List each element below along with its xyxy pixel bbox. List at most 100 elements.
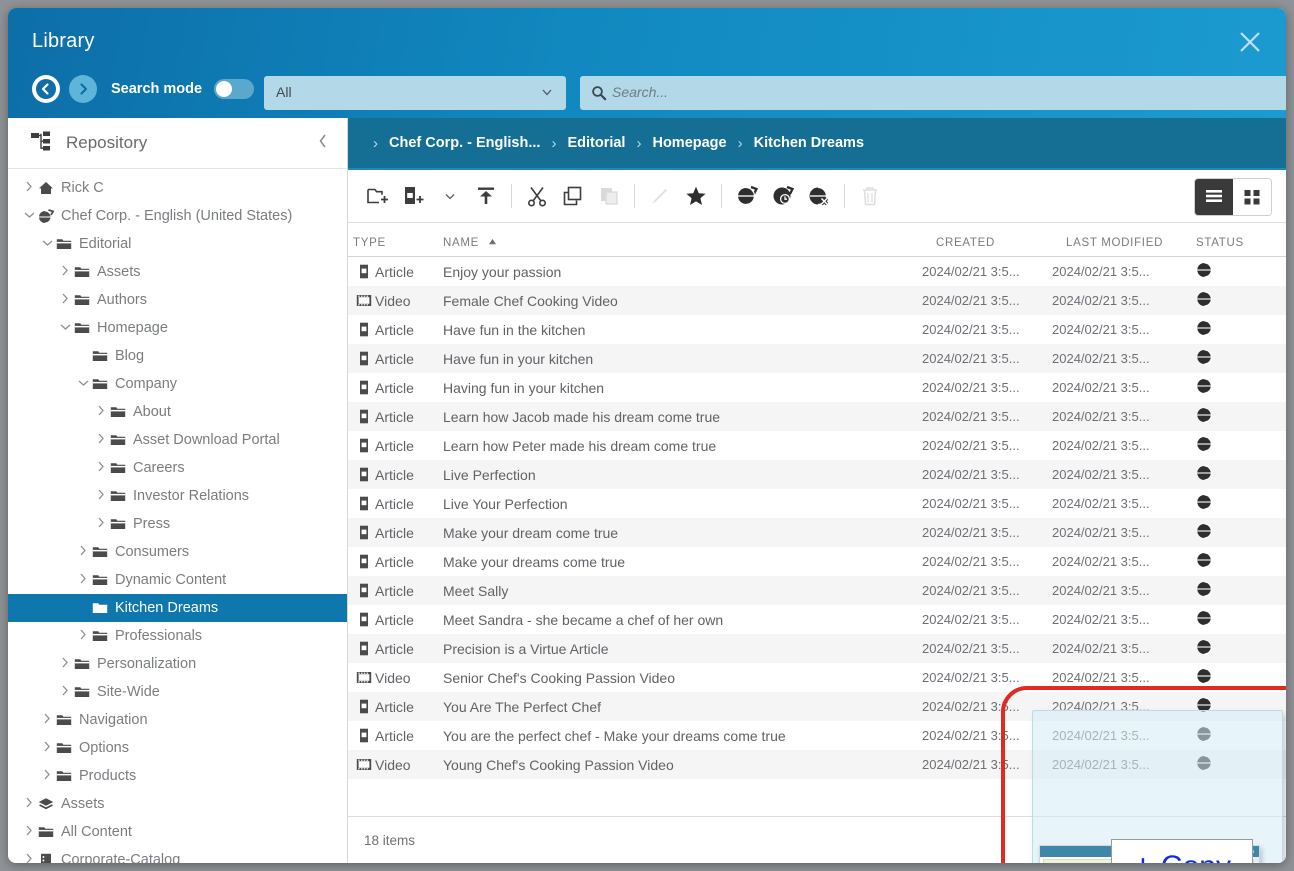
sidebar-item-rick-c[interactable]: Rick C (8, 174, 347, 202)
chevron-down-icon[interactable] (432, 178, 468, 214)
chevron-right-icon[interactable] (58, 265, 72, 279)
table-row[interactable]: ArticleHave fun in your kitchen2024/02/2… (348, 344, 1286, 373)
table-row[interactable]: ArticleLearn how Peter made his dream co… (348, 431, 1286, 460)
sidebar-item-authors[interactable]: Authors (8, 286, 347, 314)
publish-icon[interactable] (729, 178, 765, 214)
chevron-right-icon[interactable] (22, 853, 36, 863)
sidebar-item-press[interactable]: Press (8, 510, 347, 538)
sidebar-item-label: Consumers (115, 544, 189, 560)
table-row[interactable]: ArticleMake your dreams come true2024/02… (348, 547, 1286, 576)
table-row[interactable]: VideoYoung Chef's Cooking Passion Video2… (348, 750, 1286, 779)
chevron-right-icon[interactable] (58, 685, 72, 699)
table-row[interactable]: ArticleLive Perfection2024/02/21 3:5...2… (348, 460, 1286, 489)
chevron-right-icon[interactable] (40, 769, 54, 783)
table-row[interactable]: ArticleMeet Sandra - she became a chef o… (348, 605, 1286, 634)
chevron-down-icon[interactable] (58, 322, 72, 334)
sidebar-item-about[interactable]: About (8, 398, 347, 426)
sidebar-item-homepage[interactable]: Homepage (8, 314, 347, 342)
chevron-right-icon[interactable] (22, 825, 36, 839)
chevron-right-icon[interactable] (94, 433, 108, 447)
sidebar-item-asset-download-portal[interactable]: Asset Download Portal (8, 426, 347, 454)
table-row[interactable]: ArticleHave fun in the kitchen2024/02/21… (348, 315, 1286, 344)
sidebar-item-consumers[interactable]: Consumers (8, 538, 347, 566)
sidebar-item-investor-relations[interactable]: Investor Relations (8, 482, 347, 510)
chevron-down-icon[interactable] (40, 238, 54, 250)
table-row[interactable]: ArticleHaving fun in your kitchen2024/02… (348, 373, 1286, 402)
column-header-name[interactable]: NAME (443, 237, 936, 256)
table-row[interactable]: ArticleYou are the perfect chef - Make y… (348, 721, 1286, 750)
chevron-right-icon[interactable] (76, 573, 90, 587)
type-filter-select[interactable]: All (264, 76, 566, 110)
chevron-right-icon[interactable] (94, 461, 108, 475)
chevron-right-icon[interactable] (58, 293, 72, 307)
breadcrumb-item-homepage[interactable]: Homepage (652, 135, 726, 151)
chevron-right-icon[interactable] (40, 713, 54, 727)
copy-icon[interactable] (555, 178, 591, 214)
arrow-forward-icon[interactable] (69, 75, 97, 103)
sidebar-item-chef-corp-english-united-states[interactable]: Chef Corp. - English (United States) (8, 202, 347, 230)
new-content-icon[interactable] (396, 178, 432, 214)
table-row[interactable]: ArticlePrecision is a Virtue Article2024… (348, 634, 1286, 663)
chevron-right-icon[interactable] (22, 797, 36, 811)
chevron-right-icon[interactable] (22, 181, 36, 195)
row-created: 2024/02/21 3:5... (922, 409, 1052, 424)
unpublish-icon[interactable] (801, 178, 837, 214)
arrow-back-icon[interactable] (32, 75, 60, 103)
chevron-right-icon[interactable] (58, 657, 72, 671)
sidebar-item-options[interactable]: Options (8, 734, 347, 762)
chevron-right-icon[interactable] (76, 629, 90, 643)
chevron-right-icon[interactable] (94, 405, 108, 419)
search-input[interactable]: Search... (580, 76, 1286, 110)
column-header-status[interactable]: STATUS (1196, 237, 1286, 256)
breadcrumb-item-kitchen-dreams[interactable]: Kitchen Dreams (754, 135, 864, 151)
sidebar-item-editorial[interactable]: Editorial (8, 230, 347, 258)
sidebar-item-corporate-catalog[interactable]: Corporate-Catalog (8, 846, 347, 863)
table-row[interactable]: VideoSenior Chef's Cooking Passion Video… (348, 663, 1286, 692)
sidebar-item-assets[interactable]: Assets (8, 258, 347, 286)
sidebar-item-dynamic-content[interactable]: Dynamic Content (8, 566, 347, 594)
star-icon[interactable] (678, 178, 714, 214)
chevron-down-icon[interactable] (76, 378, 90, 390)
column-header-last-modified[interactable]: LAST MODIFIED (1066, 237, 1196, 256)
grid-view-icon[interactable] (1233, 179, 1271, 215)
sidebar-item-personalization[interactable]: Personalization (8, 650, 347, 678)
search-mode-toggle[interactable] (214, 79, 254, 99)
chevron-right-icon[interactable] (94, 517, 108, 531)
sidebar-item-company[interactable]: Company (8, 370, 347, 398)
sidebar-item-products[interactable]: Products (8, 762, 347, 790)
column-header-type[interactable]: TYPE (348, 237, 443, 256)
sidebar-item-navigation[interactable]: Navigation (8, 706, 347, 734)
sidebar-item-careers[interactable]: Careers (8, 454, 347, 482)
folder-icon (108, 517, 128, 531)
table-row[interactable]: ArticleLearn how Jacob made his dream co… (348, 402, 1286, 431)
close-icon[interactable] (1228, 20, 1272, 64)
chevron-down-icon[interactable] (22, 210, 36, 222)
new-folder-icon[interactable] (360, 178, 396, 214)
breadcrumb-item-chef-corp-english[interactable]: Chef Corp. - English... (389, 135, 540, 151)
publish-now-icon[interactable] (765, 178, 801, 214)
chevron-right-icon[interactable] (94, 489, 108, 503)
sidebar-item-assets[interactable]: Assets (8, 790, 347, 818)
toggle-knob (216, 81, 232, 97)
sidebar-item-site-wide[interactable]: Site-Wide (8, 678, 347, 706)
table-row[interactable]: ArticleMeet Sally2024/02/21 3:5...2024/0… (348, 576, 1286, 605)
list-view-icon[interactable] (1195, 179, 1233, 215)
table-row[interactable]: ArticleEnjoy your passion2024/02/21 3:5.… (348, 257, 1286, 286)
column-header-created[interactable]: CREATED (936, 237, 1066, 256)
table-row[interactable]: VideoFemale Chef Cooking Video2024/02/21… (348, 286, 1286, 315)
sidebar-item-kitchen-dreams[interactable]: Kitchen Dreams (8, 594, 347, 622)
sidebar-item-blog[interactable]: Blog (8, 342, 347, 370)
chevron-right-icon[interactable] (40, 741, 54, 755)
table-row[interactable]: ArticleYou Are The Perfect Chef2024/02/2… (348, 692, 1286, 721)
sidebar-collapse-button[interactable] (315, 132, 331, 155)
row-last-modified: 2024/02/21 3:5... (1052, 699, 1182, 714)
cut-icon[interactable] (519, 178, 555, 214)
sidebar-item-professionals[interactable]: Professionals (8, 622, 347, 650)
breadcrumb-item-editorial[interactable]: Editorial (567, 135, 625, 151)
sidebar-item-all-content[interactable]: All Content (8, 818, 347, 846)
upload-icon[interactable] (468, 178, 504, 214)
table-row[interactable]: ArticleMake your dream come true2024/02/… (348, 518, 1286, 547)
article-icon (353, 496, 375, 511)
chevron-right-icon[interactable] (76, 545, 90, 559)
table-row[interactable]: ArticleLive Your Perfection2024/02/21 3:… (348, 489, 1286, 518)
